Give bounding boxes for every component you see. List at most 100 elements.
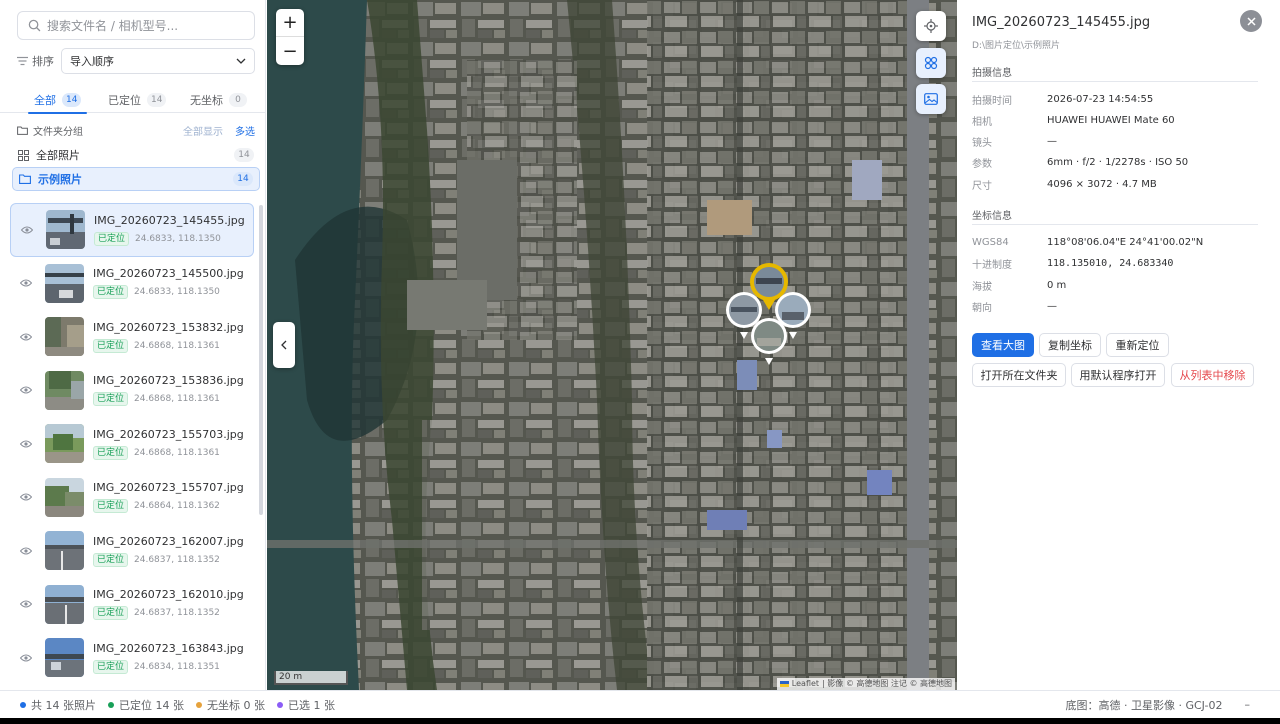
folder-group-header: 文件夹分组 全部显示 多选 [17, 122, 255, 138]
photo-list-item[interactable]: IMG_20260723_145500.jpg 已定位 24.6833, 118.1… [10, 257, 254, 311]
located-badge: 已定位 [93, 445, 129, 460]
close-button[interactable] [1240, 10, 1262, 32]
status-nocoord-text: 无坐标 0 张 [207, 698, 265, 712]
eye-icon[interactable] [20, 547, 32, 555]
open-folder-button[interactable]: 打开所在文件夹 [972, 363, 1066, 387]
sort-value: 导入顺序 [70, 55, 114, 68]
group-count: 14 [233, 172, 253, 186]
basemap-info: 底图：高德 · 卫星影像 · GCJ-02 [1065, 698, 1223, 712]
purple-dot-icon [277, 701, 283, 708]
zoom-out-button[interactable]: − [276, 37, 304, 65]
leaflet-link[interactable]: Leaflet [792, 678, 819, 690]
photo-filename: IMG_20260723_153832.jpg [93, 320, 244, 334]
group-label: 示例照片 [38, 173, 82, 186]
photo-thumbnail [45, 370, 84, 410]
photo-thumbnail [45, 638, 84, 678]
photo-list-item[interactable]: IMG_20260723_155707.jpg 已定位 24.6864, 118.1… [10, 471, 254, 525]
group-all-photos[interactable]: 全部照片 14 [12, 143, 260, 167]
photo-list: IMG_20260723_145455.jpg 已定位 24.6833, 118.1… [10, 203, 254, 685]
close-icon [1246, 16, 1256, 26]
eye-icon[interactable] [20, 600, 32, 608]
copy-coords-button[interactable]: 复制坐标 [1039, 333, 1101, 357]
info-key: 参数 [972, 158, 992, 170]
info-value: 4096 × 3072 · 4.7 MB [1047, 178, 1157, 190]
photo-list-item[interactable]: IMG_20260723_153832.jpg 已定位 24.6868, 118.1… [10, 310, 254, 364]
info-row: 参数 6mm · f/2 · 1/2278s · ISO 50 [972, 155, 1262, 170]
photo-thumbnail [45, 477, 84, 517]
photo-list-item[interactable]: IMG_20260723_162010.jpg 已定位 24.6837, 118.1… [10, 578, 254, 632]
photo-coord: 24.6868, 118.1361 [134, 447, 220, 458]
photo-thumbnail [45, 531, 84, 571]
photo-list-item[interactable]: IMG_20260723_162007.jpg 已定位 24.6837, 118.1… [10, 524, 254, 578]
photo-marker-cluster[interactable] [722, 262, 822, 372]
locate-button[interactable] [916, 11, 946, 41]
eye-icon[interactable] [20, 654, 32, 662]
image-icon [924, 93, 938, 105]
search-icon [28, 19, 41, 32]
photo-layer-button[interactable] [916, 84, 946, 114]
photo-filename: IMG_20260723_145500.jpg [93, 267, 244, 281]
info-key: 尺寸 [972, 180, 992, 192]
tab-located[interactable]: 已定位 14 [108, 86, 167, 113]
photo-coord: 24.6837, 118.1352 [134, 554, 220, 565]
tab-no-coords[interactable]: 无坐标 0 [190, 86, 247, 113]
sort-label-wrap: 排序 [17, 53, 61, 69]
collapse-sidebar-button[interactable] [273, 322, 295, 368]
eye-icon[interactable] [20, 279, 32, 287]
ukraine-flag-icon [779, 681, 789, 687]
relocate-button[interactable]: 重新定位 [1106, 333, 1169, 357]
zoom-in-button[interactable]: + [276, 9, 304, 37]
eye-icon[interactable] [20, 333, 32, 341]
info-key: 十进制度 [972, 259, 1012, 271]
group-label: 全部照片 [36, 149, 80, 162]
list-scrollbar[interactable] [259, 205, 263, 515]
status-selected-text: 已选 1 张 [288, 698, 335, 712]
photo-coord: 24.6833, 118.1350 [135, 233, 221, 244]
search-box[interactable] [17, 11, 255, 40]
photo-coord: 24.6868, 118.1361 [134, 394, 220, 405]
group-sample-photos[interactable]: 示例照片 14 [12, 167, 260, 191]
folder-icon [19, 174, 31, 184]
remove-from-list-button[interactable]: 从列表中移除 [1171, 363, 1254, 387]
photo-filename: IMG_20260723_155703.jpg [93, 427, 244, 441]
zoom-control: + − [276, 9, 304, 65]
photo-list-item[interactable]: IMG_20260723_163843.jpg 已定位 24.6834, 118.1… [10, 631, 254, 685]
view-large-button[interactable]: 查看大图 [972, 333, 1034, 357]
tab-count: 0 [229, 92, 247, 107]
multi-select-link[interactable]: 多选 [235, 123, 255, 138]
located-badge: 已定位 [93, 338, 129, 353]
status-bar: 共 14 张照片 已定位 14 张 无坐标 0 张 已选 1 张 底图：高德 ·… [0, 690, 1280, 718]
group-count: 14 [234, 148, 254, 162]
photo-coord: 24.6833, 118.1350 [134, 287, 220, 298]
sort-select[interactable]: 导入顺序 [61, 48, 255, 74]
located-badge: 已定位 [93, 285, 129, 300]
minimize-button[interactable]: – [1245, 698, 1251, 711]
info-row: 海拔 0 m [972, 278, 1262, 293]
show-all-link[interactable]: 全部显示 [183, 123, 223, 138]
located-badge: 已定位 [93, 392, 129, 407]
shoot-info-heading: 拍摄信息 [972, 64, 1258, 82]
eye-icon[interactable] [20, 493, 32, 501]
photo-filename: IMG_20260723_163843.jpg [93, 641, 244, 655]
info-row: 相机 HUAWEI HUAWEI Mate 60 [972, 113, 1262, 128]
info-key: WGS84 [972, 236, 1009, 248]
photo-list-item[interactable]: IMG_20260723_155703.jpg 已定位 24.6868, 118.1… [10, 417, 254, 471]
photo-coord: 24.6868, 118.1361 [134, 340, 220, 351]
tab-all[interactable]: 全部 14 [27, 86, 88, 114]
photo-filename: IMG_20260723_145455.jpg [94, 213, 245, 227]
search-input[interactable] [47, 18, 242, 33]
cluster-toggle-button[interactable] [916, 48, 946, 78]
photo-thumbnail [45, 424, 84, 464]
map-view[interactable]: + − 20 m Leaflet | 影像 © 高德地图 注记 © 高德地图 [267, 0, 957, 690]
eye-icon[interactable] [21, 226, 33, 234]
open-default-app-button[interactable]: 用默认程序打开 [1071, 363, 1165, 387]
eye-icon[interactable] [20, 386, 32, 394]
info-value: — [1047, 300, 1057, 312]
tab-count: 14 [147, 92, 167, 107]
eye-icon[interactable] [20, 440, 32, 448]
status-located-text: 已定位 14 张 [119, 698, 184, 712]
photo-marker[interactable] [751, 318, 787, 365]
photo-list-item[interactable]: IMG_20260723_153836.jpg 已定位 24.6868, 118.1… [10, 364, 254, 418]
located-badge: 已定位 [93, 499, 129, 514]
photo-list-item[interactable]: IMG_20260723_145455.jpg 已定位 24.6833, 118.1… [10, 203, 254, 257]
